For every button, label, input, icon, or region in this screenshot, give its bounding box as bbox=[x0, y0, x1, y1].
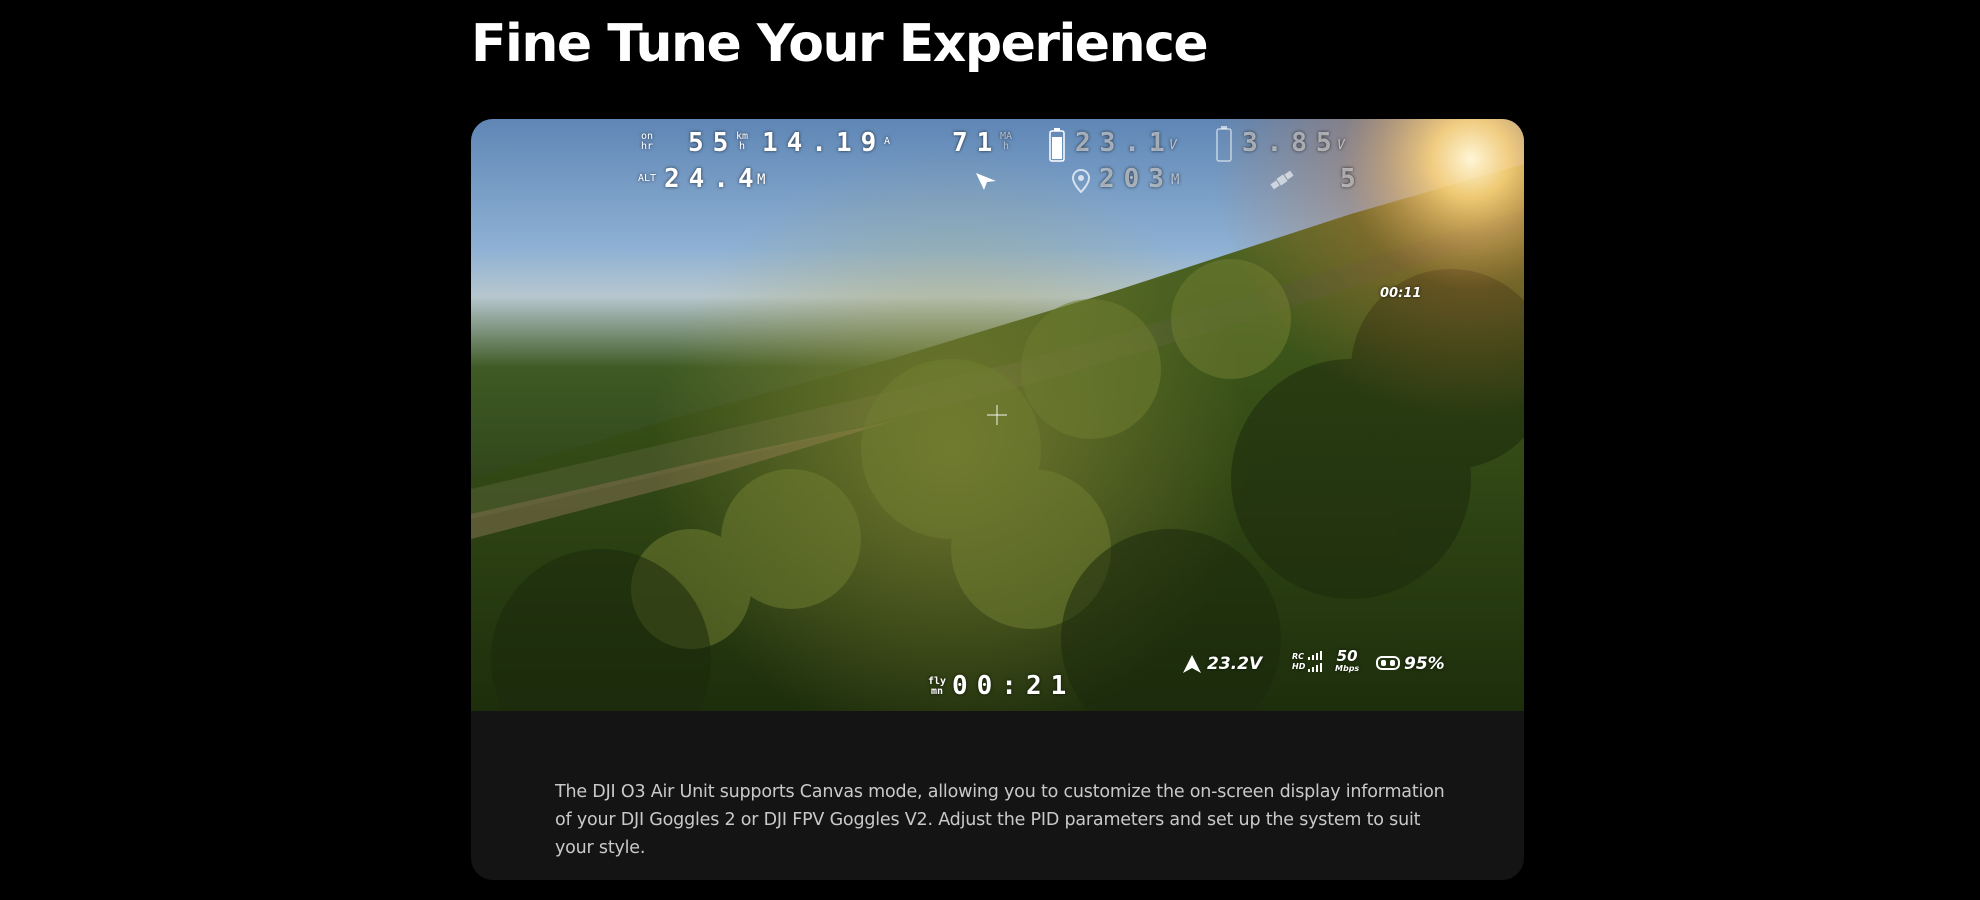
section-title: Fine Tune Your Experience bbox=[471, 14, 1209, 74]
feature-description: The DJI O3 Air Unit supports Canvas mode… bbox=[555, 781, 1445, 858]
battery-voltage: 23.1 bbox=[1075, 128, 1174, 158]
feature-card: onhr 55 kmh 14.19 A ALT 24.4 M 71 MAh bbox=[471, 119, 1524, 880]
cell-battery-icon bbox=[1216, 126, 1232, 162]
hr-label: on hr bbox=[641, 131, 654, 152]
fly-label: fly mn bbox=[928, 676, 947, 697]
distance-unit: M bbox=[1171, 172, 1180, 188]
satellite-count: 5 bbox=[1340, 164, 1365, 194]
crosshair-icon bbox=[987, 405, 1007, 425]
satellite-icon bbox=[1270, 170, 1294, 190]
bitrate: 50 Mbps bbox=[1335, 647, 1360, 674]
cell-voltage-unit: V bbox=[1337, 138, 1345, 153]
altitude-unit: M bbox=[757, 172, 766, 188]
drone-arrow-icon bbox=[1183, 655, 1201, 673]
fpv-video-frame: onhr 55 kmh 14.19 A ALT 24.4 M 71 MAh bbox=[471, 119, 1524, 711]
capacity-unit: MA h bbox=[1000, 131, 1013, 152]
record-time: 00:11 bbox=[1380, 286, 1422, 301]
altitude-value: 24.4 bbox=[664, 164, 763, 194]
drone-voltage: 23.2V bbox=[1207, 654, 1263, 674]
battery-voltage-unit: V bbox=[1169, 138, 1177, 153]
current-unit: A bbox=[884, 136, 891, 147]
alt-label: ALT bbox=[638, 173, 657, 184]
link-labels: RC HD bbox=[1292, 652, 1306, 671]
speed-unit: km h bbox=[736, 131, 749, 152]
arrow-icon bbox=[976, 173, 996, 190]
home-distance-icon bbox=[1072, 169, 1090, 193]
cell-voltage: 3.85 bbox=[1242, 128, 1341, 158]
goggles-battery: 95% bbox=[1404, 654, 1445, 674]
distance-value: 203 bbox=[1099, 164, 1173, 194]
fly-time: 00:21 bbox=[952, 671, 1076, 701]
battery-icon bbox=[1049, 128, 1065, 162]
goggles-icon bbox=[1376, 656, 1400, 670]
capacity-value: 71 bbox=[952, 128, 1002, 158]
signal-bars-icon bbox=[1308, 651, 1322, 672]
speed-value: 55 bbox=[688, 128, 738, 158]
current-value: 14.19 bbox=[762, 128, 886, 158]
